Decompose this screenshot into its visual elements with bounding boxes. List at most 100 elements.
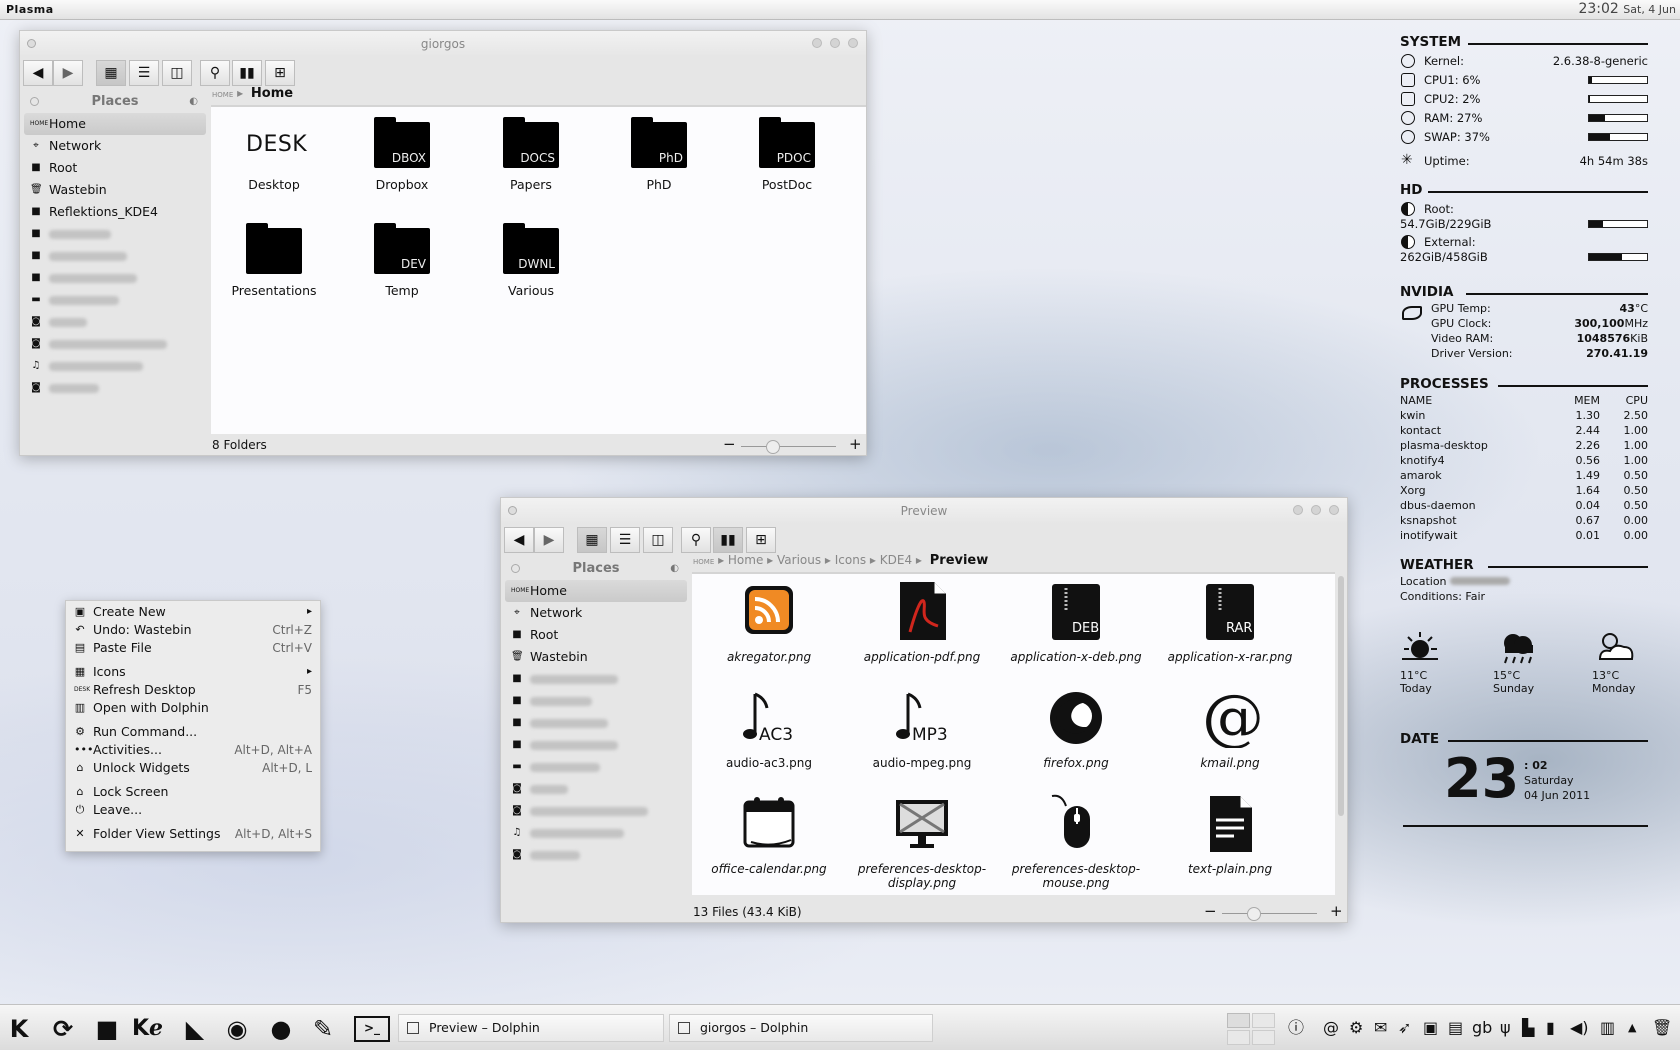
battery-icon[interactable]: ▮ <box>1546 1019 1555 1037</box>
menu-item-lock-screen[interactable]: ⌂ Lock Screen <box>66 783 320 801</box>
place-home[interactable]: HOME Home <box>24 113 206 135</box>
chrome-icon[interactable]: ◉ <box>222 1014 252 1044</box>
trash-icon[interactable]: 🗑 <box>1652 1019 1672 1037</box>
bird-icon[interactable]: ➶ <box>1398 1019 1411 1037</box>
menu-item-unlock-widgets[interactable]: ⌂ Unlock Widgets Alt+D, L <box>66 759 320 777</box>
zoom-out-icon[interactable]: − <box>723 435 736 453</box>
file-item[interactable]: firefox.png <box>1001 686 1151 770</box>
folder-item[interactable]: DBOX Dropbox <box>338 117 466 192</box>
place-blurred[interactable]: ◙ <box>24 311 206 333</box>
place-root[interactable]: ■ Root <box>505 624 687 646</box>
place-home[interactable]: HOME Home <box>505 580 687 602</box>
close-button[interactable] <box>848 38 858 48</box>
file-item[interactable]: preferences-desktop-display.png <box>847 792 997 890</box>
find-button[interactable]: ⚲ <box>681 527 711 553</box>
icons-view-button[interactable]: ▦ <box>96 60 126 86</box>
split-button[interactable]: ⊞ <box>746 527 776 553</box>
menu-item-open-dolphin[interactable]: ▥ Open with Dolphin <box>66 699 320 717</box>
vertical-scrollbar[interactable] <box>1338 576 1344 816</box>
place-blurred[interactable]: ◙ <box>24 333 206 355</box>
chat-icon[interactable]: ▣ <box>1423 1019 1438 1037</box>
place-blurred[interactable]: ◙ <box>24 377 206 399</box>
mail-icon[interactable]: ✎ <box>308 1014 338 1044</box>
pager[interactable] <box>1227 1013 1275 1045</box>
titlebar[interactable]: giorgos <box>20 31 866 57</box>
menu-item-create-new[interactable]: ▣ Create New ▸ <box>66 603 320 621</box>
columns-view-button[interactable]: ◫ <box>643 527 673 553</box>
network-icon[interactable]: ⚙ <box>1349 1019 1363 1037</box>
forward-button[interactable]: ▶ <box>534 527 564 553</box>
find-button[interactable]: ⚲ <box>200 60 230 86</box>
update-icon[interactable]: ⟳ <box>48 1014 78 1044</box>
breadcrumb-item[interactable]: KDE4 <box>880 553 912 567</box>
folder-item[interactable]: PhD PhD <box>595 117 723 192</box>
file-item[interactable]: MP3 audio-mpeg.png <box>847 686 997 770</box>
device-icon[interactable]: ▙ <box>1522 1019 1534 1037</box>
details-view-button[interactable]: ☰ <box>129 60 159 86</box>
place-blurred[interactable]: ■ <box>505 712 687 734</box>
breadcrumb-item[interactable]: Various <box>777 553 821 567</box>
place-blurred[interactable]: ♫ <box>24 355 206 377</box>
folder-item[interactable]: DESK Desktop <box>210 122 338 192</box>
place-blurred[interactable]: ■ <box>505 668 687 690</box>
menu-item-leave[interactable]: ⏻ Leave... <box>66 801 320 819</box>
kde-icon[interactable]: Kℯ <box>132 1014 163 1044</box>
menu-item-undo[interactable]: ↶ Undo: Wastebin Ctrl+Z <box>66 621 320 639</box>
menu-item-folder-view-settings[interactable]: ✕ Folder View Settings Alt+D, Alt+S <box>66 825 320 843</box>
place-wastebin[interactable]: 🗑 Wastebin <box>24 179 206 201</box>
back-button[interactable]: ◀ <box>504 527 534 553</box>
panel-float-icon[interactable]: ◐ <box>189 96 198 107</box>
at-icon[interactable]: @ <box>1323 1019 1339 1037</box>
zoom-handle[interactable] <box>1247 907 1261 921</box>
mail-icon[interactable]: ✉ <box>1374 1019 1387 1037</box>
kde-menu-icon[interactable]: K <box>4 1014 34 1044</box>
amarok-icon[interactable]: ◣ <box>180 1014 210 1044</box>
split-button[interactable]: ⊞ <box>265 60 295 86</box>
menu-item-paste[interactable]: ▤ Paste File Ctrl+V <box>66 639 320 657</box>
menu-item-run-command[interactable]: ⚙ Run Command... <box>66 723 320 741</box>
breadcrumb-item[interactable]: Icons <box>835 553 866 567</box>
terminal-icon[interactable]: >_ <box>354 1016 390 1042</box>
panel-close-icon[interactable] <box>30 97 39 106</box>
place-blurred[interactable]: ■ <box>24 245 206 267</box>
maximize-button[interactable] <box>1311 505 1321 515</box>
place-blurred[interactable]: ■ <box>505 734 687 756</box>
preview-button[interactable]: ▮▮ <box>232 60 262 86</box>
zoom-out-icon[interactable]: − <box>1204 902 1217 920</box>
place-blurred[interactable]: ◙ <box>505 800 687 822</box>
columns-view-button[interactable]: ◫ <box>162 60 192 86</box>
place-wastebin[interactable]: 🗑 Wastebin <box>505 646 687 668</box>
folder-icon[interactable]: ■ <box>92 1014 122 1044</box>
place-blurred[interactable]: ◙ <box>505 778 687 800</box>
file-item[interactable]: office-calendar.png <box>694 792 844 876</box>
place-network[interactable]: ⌖ Network <box>24 135 206 157</box>
place-network[interactable]: ⌖ Network <box>505 602 687 624</box>
panel-close-icon[interactable] <box>511 564 520 573</box>
zoom-handle[interactable] <box>766 440 780 454</box>
zoom-in-icon[interactable]: + <box>849 435 862 453</box>
folder-item[interactable]: DWNL Various <box>467 223 595 298</box>
breadcrumb-home[interactable]: HOME <box>212 91 233 99</box>
menu-item-refresh[interactable]: DESK Refresh Desktop F5 <box>66 681 320 699</box>
zoom-in-icon[interactable]: + <box>1330 902 1343 920</box>
clipboard-icon[interactable]: ▤ <box>1448 1019 1463 1037</box>
tray-expand-icon[interactable]: ▲ <box>1628 1019 1636 1037</box>
info-icon[interactable]: ⓘ <box>1288 1019 1304 1037</box>
zoom-slider[interactable]: − + <box>723 435 863 454</box>
task-preview-dolphin[interactable]: Preview – Dolphin <box>398 1014 664 1042</box>
file-item[interactable]: DEB application-x-deb.png <box>1001 580 1151 664</box>
menu-item-icons[interactable]: ▦ Icons ▸ <box>66 663 320 681</box>
maximize-button[interactable] <box>830 38 840 48</box>
place-blurred[interactable]: ♫ <box>505 822 687 844</box>
minimize-button[interactable] <box>1293 505 1303 515</box>
task-giorgos-dolphin[interactable]: giorgos – Dolphin <box>669 1014 933 1042</box>
preview-button[interactable]: ▮▮ <box>713 527 743 553</box>
icons-view-button[interactable]: ▦ <box>577 527 607 553</box>
breadcrumb-home[interactable]: HOME <box>693 558 714 566</box>
panel-float-icon[interactable]: ◐ <box>670 563 679 574</box>
place-blurred[interactable]: ▬ <box>505 756 687 778</box>
place-blurred[interactable]: ◙ <box>505 844 687 866</box>
titlebar[interactable]: Preview <box>501 498 1347 524</box>
place-blurred[interactable]: ▬ <box>24 289 206 311</box>
firefox-icon[interactable]: ● <box>266 1014 296 1044</box>
